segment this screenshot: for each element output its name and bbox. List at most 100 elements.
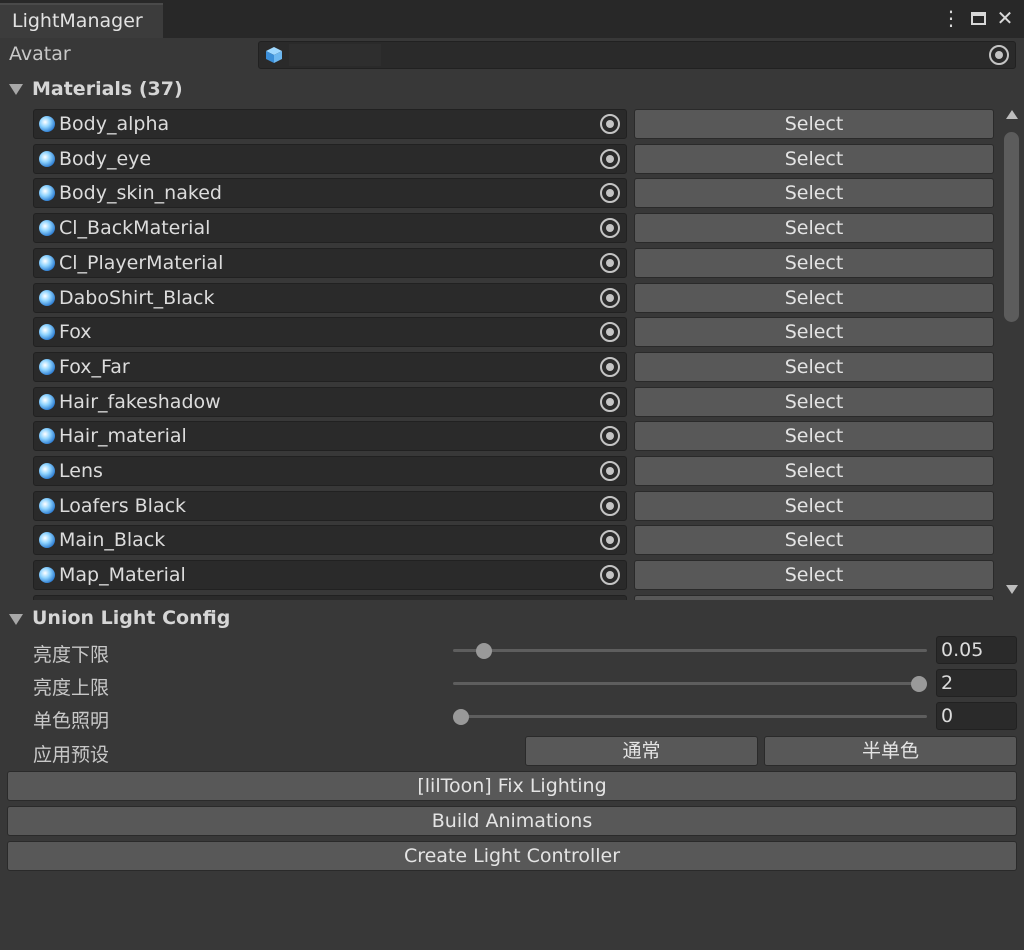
create-light-controller-button[interactable]: Create Light Controller <box>7 841 1017 871</box>
select-material-button[interactable] <box>634 595 994 600</box>
prefab-cube-icon <box>266 47 282 63</box>
material-object-field[interactable]: Body_alpha <box>33 109 627 139</box>
scroll-down-arrow-icon[interactable] <box>1006 585 1018 594</box>
material-object-field[interactable]: Cl_PlayerMaterial <box>33 248 627 278</box>
material-object-field[interactable]: Fox_Far <box>33 352 627 382</box>
monochrome-lighting-slider-track[interactable] <box>453 715 927 718</box>
tab-light-manager[interactable]: LightManager <box>0 3 163 38</box>
material-object-field[interactable]: Main_Black <box>33 525 627 555</box>
material-object-field[interactable] <box>33 595 627 600</box>
preset-half-mono-button[interactable]: 半单色 <box>764 736 1017 766</box>
material-object-field[interactable]: Loafers Black <box>33 491 627 521</box>
material-sphere-icon <box>39 290 55 306</box>
material-row: Hair_fakeshadow Select <box>0 387 1000 417</box>
material-name: Loafers Black <box>59 495 187 517</box>
brightness-max-slider-track[interactable] <box>453 682 927 685</box>
object-picker-icon[interactable] <box>600 288 620 308</box>
material-row: Cl_PlayerMaterial Select <box>0 248 1000 278</box>
material-name: Main_Black <box>59 529 166 551</box>
material-object-field[interactable]: Hair_material <box>33 421 627 451</box>
select-material-button[interactable]: Select <box>634 491 994 521</box>
fix-lighting-button[interactable]: [lilToon] Fix Lighting <box>7 771 1017 801</box>
build-animations-button[interactable]: Build Animations <box>7 806 1017 836</box>
object-picker-icon[interactable] <box>600 530 620 550</box>
material-object-field[interactable]: Lens <box>33 456 627 486</box>
select-material-button[interactable]: Select <box>634 144 994 174</box>
object-picker-icon[interactable] <box>600 253 620 273</box>
material-sphere-icon <box>39 359 55 375</box>
monochrome-lighting-slider-thumb[interactable] <box>453 709 469 725</box>
material-name: Fox <box>59 321 92 343</box>
object-picker-icon[interactable] <box>600 183 620 203</box>
material-name: Cl_BackMaterial <box>59 217 211 239</box>
object-picker-icon[interactable] <box>600 392 620 412</box>
material-sphere-icon <box>39 567 55 583</box>
scroll-up-arrow-icon[interactable] <box>1006 110 1018 119</box>
select-material-button[interactable]: Select <box>634 109 994 139</box>
materials-foldout-header[interactable]: Materials (37) <box>32 78 183 100</box>
material-object-field[interactable]: Fox <box>33 317 627 347</box>
maximize-icon[interactable] <box>966 6 992 32</box>
select-material-button[interactable]: Select <box>634 317 994 347</box>
brightness-min-slider-track[interactable] <box>453 649 927 652</box>
material-name: Hair_fakeshadow <box>59 391 221 413</box>
scroll-thumb[interactable] <box>1004 132 1019 322</box>
select-material-button[interactable]: Select <box>634 560 994 590</box>
close-icon[interactable]: ✕ <box>992 6 1018 32</box>
monochrome-lighting-field[interactable]: 0 <box>936 702 1017 730</box>
material-object-field[interactable]: Body_eye <box>33 144 627 174</box>
material-sphere-icon <box>39 463 55 479</box>
object-picker-icon[interactable] <box>989 45 1009 65</box>
material-sphere-icon <box>39 255 55 271</box>
union-light-foldout-header[interactable]: Union Light Config <box>32 607 230 629</box>
brightness-min-field[interactable]: 0.05 <box>936 636 1017 664</box>
material-sphere-icon <box>39 394 55 410</box>
brightness-max-field[interactable]: 2 <box>936 669 1017 697</box>
object-picker-icon[interactable] <box>600 565 620 585</box>
union-light-foldout-arrow-icon[interactable] <box>9 614 23 625</box>
material-name: Body_alpha <box>59 113 170 135</box>
apply-preset-label: 应用预设 <box>33 744 110 766</box>
select-material-button[interactable]: Select <box>634 283 994 313</box>
material-object-field[interactable]: Map_Material <box>33 560 627 590</box>
select-material-button[interactable]: Select <box>634 525 994 555</box>
select-material-button[interactable]: Select <box>634 352 994 382</box>
material-sphere-icon <box>39 151 55 167</box>
material-object-field[interactable]: Hair_fakeshadow <box>33 387 627 417</box>
object-picker-icon[interactable] <box>600 114 620 134</box>
brightness-max-slider-thumb[interactable] <box>911 676 927 692</box>
materials-scrollbar[interactable] <box>1002 104 1022 600</box>
object-picker-icon[interactable] <box>600 322 620 342</box>
material-name: Body_eye <box>59 148 152 170</box>
brightness-max-label: 亮度上限 <box>33 677 110 699</box>
material-row: Map_Material Select <box>0 560 1000 590</box>
object-picker-icon[interactable] <box>600 218 620 238</box>
kebab-menu-icon[interactable]: ⋮ <box>938 6 964 32</box>
preset-normal-button[interactable]: 通常 <box>525 736 758 766</box>
avatar-object-field[interactable] <box>258 41 1016 69</box>
material-object-field[interactable]: DaboShirt_Black <box>33 283 627 313</box>
brightness-min-label: 亮度下限 <box>33 644 110 666</box>
material-object-field[interactable]: Cl_BackMaterial <box>33 213 627 243</box>
object-picker-icon[interactable] <box>600 149 620 169</box>
object-picker-icon[interactable] <box>600 357 620 377</box>
select-material-button[interactable]: Select <box>634 213 994 243</box>
avatar-label: Avatar <box>9 43 71 65</box>
material-object-field[interactable]: Body_skin_naked <box>33 178 627 208</box>
material-row <box>0 595 1000 600</box>
material-sphere-icon <box>39 220 55 236</box>
material-row: Hair_material Select <box>0 421 1000 451</box>
monochrome-lighting-label: 单色照明 <box>33 710 110 732</box>
material-row: Body_alpha Select <box>0 109 1000 139</box>
material-row: Body_eye Select <box>0 144 1000 174</box>
materials-foldout-arrow-icon[interactable] <box>9 84 23 95</box>
brightness-min-slider-thumb[interactable] <box>476 643 492 659</box>
object-picker-icon[interactable] <box>600 426 620 446</box>
select-material-button[interactable]: Select <box>634 456 994 486</box>
select-material-button[interactable]: Select <box>634 421 994 451</box>
object-picker-icon[interactable] <box>600 496 620 516</box>
select-material-button[interactable]: Select <box>634 178 994 208</box>
select-material-button[interactable]: Select <box>634 248 994 278</box>
object-picker-icon[interactable] <box>600 461 620 481</box>
select-material-button[interactable]: Select <box>634 387 994 417</box>
